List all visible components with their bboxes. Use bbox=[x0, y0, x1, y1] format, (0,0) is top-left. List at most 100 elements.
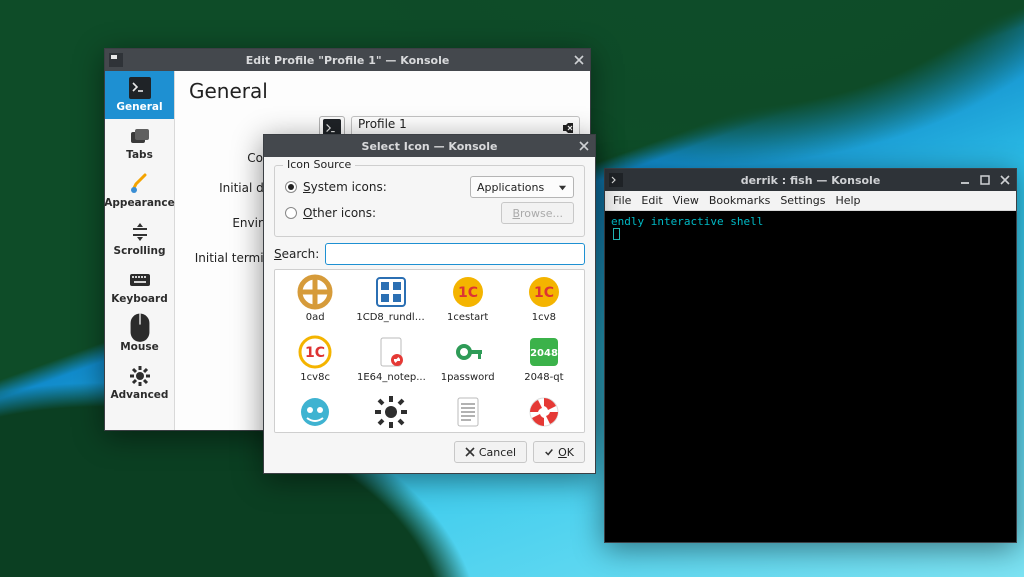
konsole-terminal-window: derrik : fish — Konsole File Edit View B… bbox=[604, 168, 1017, 543]
app-icon bbox=[450, 394, 486, 430]
sidebar-item-label: General bbox=[116, 101, 162, 113]
app-icon bbox=[526, 394, 562, 430]
cancel-button[interactable]: Cancel bbox=[454, 441, 527, 463]
terminal-welcome-line: endly interactive shell bbox=[611, 215, 763, 228]
icon-grid[interactable]: 0ad 1CD8_rundll... 1C 1cestart 1C 1cv8 1… bbox=[274, 269, 585, 433]
menu-file[interactable]: File bbox=[613, 194, 631, 207]
app-icon bbox=[297, 274, 333, 310]
icon-category-combo[interactable]: Applications bbox=[470, 176, 574, 198]
app-icon bbox=[373, 274, 409, 310]
menu-settings[interactable]: Settings bbox=[780, 194, 825, 207]
icon-label: 1E64_notep... bbox=[357, 372, 426, 383]
brush-icon bbox=[129, 173, 151, 195]
sidebar-item-keyboard[interactable]: Keyboard bbox=[105, 263, 174, 311]
menu-bookmarks[interactable]: Bookmarks bbox=[709, 194, 770, 207]
icon-item-1cv8[interactable]: 1C 1cv8 bbox=[506, 274, 582, 334]
clear-icon[interactable] bbox=[561, 121, 575, 135]
icon-label: 2402_msiex... bbox=[357, 432, 427, 433]
ok-button[interactable]: OK bbox=[533, 441, 585, 463]
close-icon[interactable] bbox=[572, 53, 586, 67]
window-app-icon bbox=[109, 53, 123, 67]
other-icons-label: Other icons: bbox=[303, 206, 376, 220]
terminal-title: derrik : fish — Konsole bbox=[741, 174, 881, 187]
svg-text:1C: 1C bbox=[458, 285, 478, 301]
mouse-icon bbox=[129, 317, 151, 339]
select-icon-dialog: Select Icon — Konsole Icon Source System… bbox=[263, 134, 596, 474]
browse-label: Browse... bbox=[512, 207, 563, 220]
minimize-icon[interactable] bbox=[958, 173, 972, 187]
svg-text:1C: 1C bbox=[305, 345, 325, 361]
close-icon[interactable] bbox=[998, 173, 1012, 187]
terminal-menubar: File Edit View Bookmarks Settings Help bbox=[605, 191, 1016, 211]
tabs-icon bbox=[129, 125, 151, 147]
other-icons-radio[interactable] bbox=[285, 207, 297, 219]
sidebar-item-mouse[interactable]: Mouse bbox=[105, 311, 174, 359]
icon-item-1password[interactable]: 1password bbox=[430, 334, 506, 394]
app-icon: 1C bbox=[297, 334, 333, 370]
icon-item-notepad[interactable]: 1E64_notep... bbox=[353, 334, 429, 394]
terminal-content[interactable]: endly interactive shell bbox=[605, 211, 1016, 542]
menu-edit[interactable]: Edit bbox=[641, 194, 662, 207]
sidebar-item-label: Advanced bbox=[111, 389, 169, 401]
select-icon-title: Select Icon — Konsole bbox=[362, 140, 498, 153]
icon-label: 2048-qt bbox=[524, 372, 563, 383]
profile-name-value: Profile 1 bbox=[358, 117, 407, 131]
icon-label: 1cv8 bbox=[532, 312, 556, 323]
terminal-titlebar[interactable]: derrik : fish — Konsole bbox=[605, 169, 1016, 191]
icon-item-1cestart[interactable]: 1C 1cestart bbox=[430, 274, 506, 334]
icon-item-road[interactable]: 2064-road-o... bbox=[277, 394, 353, 433]
sidebar-item-label: Mouse bbox=[120, 341, 159, 353]
icon-item-1cv8c[interactable]: 1C 1cv8c bbox=[277, 334, 353, 394]
app-icon bbox=[373, 394, 409, 430]
settings-sidebar: General Tabs Appearance Scrolling bbox=[105, 71, 175, 430]
sidebar-item-scrolling[interactable]: Scrolling bbox=[105, 215, 174, 263]
browse-button: Browse... bbox=[501, 202, 574, 224]
app-icon: 2048 bbox=[526, 334, 562, 370]
system-icons-label: System icons: bbox=[303, 180, 387, 194]
icon-category-value: Applications bbox=[477, 181, 544, 194]
maximize-icon[interactable] bbox=[978, 173, 992, 187]
app-icon bbox=[297, 394, 333, 430]
icon-item-0ad[interactable]: 0ad bbox=[277, 274, 353, 334]
cancel-label: Cancel bbox=[479, 446, 516, 459]
icon-item-2048qt[interactable]: 2048 2048-qt bbox=[506, 334, 582, 394]
menu-help[interactable]: Help bbox=[835, 194, 860, 207]
page-title: General bbox=[189, 79, 580, 103]
terminal-cursor bbox=[613, 228, 620, 240]
chevron-down-icon bbox=[558, 183, 567, 192]
icon-label: 1cestart bbox=[447, 312, 488, 323]
window-app-icon bbox=[609, 173, 623, 187]
search-input[interactable] bbox=[325, 243, 585, 265]
edit-profile-titlebar[interactable]: Edit Profile "Profile 1" — Konsole bbox=[105, 49, 590, 71]
svg-text:2048: 2048 bbox=[530, 348, 558, 359]
terminal-icon bbox=[129, 77, 151, 99]
app-icon: 1C bbox=[450, 274, 486, 310]
icon-label: 1CD8_rundll... bbox=[356, 312, 426, 323]
icon-source-group: Icon Source System icons: Applications O… bbox=[274, 165, 585, 237]
menu-view[interactable]: View bbox=[673, 194, 699, 207]
sidebar-item-general[interactable]: General bbox=[105, 71, 174, 119]
icon-item-msiex[interactable]: 2402_msiex... bbox=[353, 394, 429, 433]
sidebar-item-label: Scrolling bbox=[114, 245, 166, 257]
icon-item-winhlp[interactable]: 4137_winhlp... bbox=[506, 394, 582, 433]
scroll-icon bbox=[129, 221, 151, 243]
sidebar-item-label: Appearance bbox=[104, 197, 174, 209]
check-icon bbox=[544, 447, 554, 457]
app-icon: 1C bbox=[526, 274, 562, 310]
sidebar-item-tabs[interactable]: Tabs bbox=[105, 119, 174, 167]
system-icons-radio[interactable] bbox=[285, 181, 297, 193]
gear-icon bbox=[129, 365, 151, 387]
sidebar-item-advanced[interactable]: Advanced bbox=[105, 359, 174, 407]
close-icon[interactable] bbox=[577, 139, 591, 153]
icon-item-wordp[interactable]: 2E54_wordp... bbox=[430, 394, 506, 433]
app-icon bbox=[373, 334, 409, 370]
sidebar-item-appearance[interactable]: Appearance bbox=[105, 167, 174, 215]
sidebar-item-label: Tabs bbox=[126, 149, 153, 161]
icon-label: 4137_winhlp... bbox=[509, 432, 579, 433]
icon-label: 1cv8c bbox=[300, 372, 330, 383]
sidebar-item-label: Keyboard bbox=[111, 293, 167, 305]
icon-source-legend: Icon Source bbox=[283, 158, 355, 171]
icon-label: 2E54_wordp... bbox=[433, 432, 503, 433]
select-icon-titlebar[interactable]: Select Icon — Konsole bbox=[264, 135, 595, 157]
icon-item-rundll[interactable]: 1CD8_rundll... bbox=[353, 274, 429, 334]
